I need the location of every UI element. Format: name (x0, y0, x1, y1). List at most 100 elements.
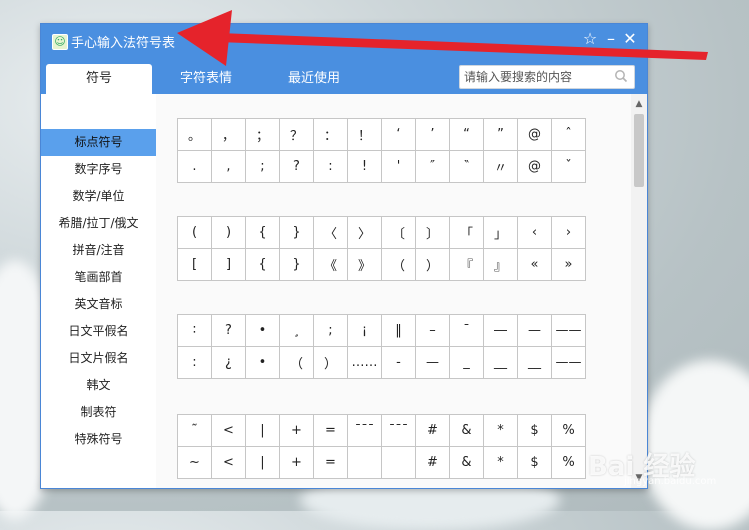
symbol-cell[interactable]: * (483, 414, 518, 447)
symbol-cell[interactable]: } (279, 248, 314, 281)
symbol-cell[interactable]: —— (551, 346, 586, 379)
symbol-cell[interactable]: # (415, 446, 450, 479)
symbol-cell[interactable]: ” (483, 118, 518, 151)
symbol-cell[interactable]: 「 (449, 216, 484, 249)
symbol-cell[interactable]: （ (381, 248, 416, 281)
symbol-cell[interactable]: + (279, 414, 314, 447)
scroll-up-icon[interactable]: ▲ (631, 96, 647, 112)
symbol-cell[interactable]: } (279, 216, 314, 249)
pin-icon[interactable]: ☆ (581, 29, 599, 48)
tab-symbols[interactable]: 符号 (46, 64, 152, 94)
symbol-cell[interactable] (381, 446, 416, 479)
minimize-button[interactable]: – (602, 29, 620, 48)
symbol-cell[interactable]: __ (483, 346, 518, 379)
symbol-cell[interactable]: : (313, 150, 348, 183)
symbol-cell[interactable]: ¯ˉ¯ (381, 414, 416, 447)
symbol-cell[interactable]: ˇ (551, 150, 586, 183)
symbol-cell[interactable]: @ (517, 150, 552, 183)
symbol-cell[interactable]: [ (177, 248, 212, 281)
symbol-cell[interactable]: ( (177, 216, 212, 249)
symbol-cell[interactable]: ‶ (449, 150, 484, 183)
search-input[interactable] (460, 67, 613, 87)
symbol-cell[interactable]: — (415, 346, 450, 379)
symbol-cell[interactable]: » (551, 248, 586, 281)
symbol-cell[interactable]: • (245, 314, 280, 347)
symbol-cell[interactable]: ˆ (551, 118, 586, 151)
symbol-cell[interactable]: • (245, 346, 280, 379)
symbol-cell[interactable]: < (211, 446, 246, 479)
symbol-cell[interactable]: ¯¯¯ (347, 414, 382, 447)
symbol-cell[interactable]: ; (245, 150, 280, 183)
symbol-cell[interactable]: ） (313, 346, 348, 379)
category-katakana[interactable]: 日文片假名 (41, 345, 156, 372)
symbol-cell[interactable]: 〈 (313, 216, 348, 249)
symbol-cell[interactable]: 」 (483, 216, 518, 249)
symbol-cell[interactable]: + (279, 446, 314, 479)
symbol-cell[interactable]: ? (279, 150, 314, 183)
vertical-scrollbar[interactable]: ▲ ▼ (631, 94, 647, 488)
symbol-cell[interactable]: ： (313, 118, 348, 151)
symbol-cell[interactable]: ; (313, 314, 348, 347)
symbol-cell[interactable]: ‹ (517, 216, 552, 249)
symbol-cell[interactable]: % (551, 446, 586, 479)
symbol-cell[interactable]: | (245, 414, 280, 447)
symbol-cell[interactable]: @ (517, 118, 552, 151)
category-korean[interactable]: 韩文 (41, 372, 156, 399)
symbol-cell[interactable]: 〃 (483, 150, 518, 183)
symbol-cell[interactable]: _ (449, 346, 484, 379)
symbol-cell[interactable]: * (483, 446, 518, 479)
symbol-cell[interactable]: : (177, 346, 212, 379)
symbol-cell[interactable]: ’ (415, 118, 450, 151)
category-strokes-radicals[interactable]: 笔画部首 (41, 264, 156, 291)
category-pinyin-zhuyin[interactable]: 拼音/注音 (41, 237, 156, 264)
symbol-cell[interactable]: 》 (347, 248, 382, 281)
symbol-cell[interactable]: — (517, 314, 552, 347)
symbol-cell[interactable]: < (211, 414, 246, 447)
symbol-cell[interactable]: « (517, 248, 552, 281)
symbol-cell[interactable]: ； (245, 118, 280, 151)
symbol-cell[interactable]: ¸ (279, 314, 314, 347)
symbol-cell[interactable]: › (551, 216, 586, 249)
symbol-cell[interactable]: ¿ (211, 346, 246, 379)
category-box-drawing[interactable]: 制表符 (41, 399, 156, 426)
close-button[interactable]: ✕ (621, 29, 639, 48)
symbol-cell[interactable]: { (245, 248, 280, 281)
symbol-cell[interactable]: # (415, 414, 450, 447)
symbol-cell[interactable]: $ (517, 414, 552, 447)
symbol-cell[interactable]: ] (211, 248, 246, 281)
category-hiragana[interactable]: 日文平假名 (41, 318, 156, 345)
symbol-cell[interactable]: 』 (483, 248, 518, 281)
symbol-cell[interactable]: ！ (347, 118, 382, 151)
symbol-cell[interactable]: ？ (279, 118, 314, 151)
symbol-cell[interactable]: ) (211, 216, 246, 249)
symbol-cell[interactable]: 〉 (347, 216, 382, 249)
symbol-cell[interactable]: 〕 (415, 216, 450, 249)
tab-emoticons[interactable]: 字符表情 (165, 64, 247, 94)
symbol-cell[interactable]: ~ (177, 446, 212, 479)
category-math-units[interactable]: 数学/单位 (41, 183, 156, 210)
symbol-cell[interactable]: ） (415, 248, 450, 281)
symbol-cell[interactable]: 。 (177, 118, 212, 151)
category-special-symbols[interactable]: 特殊符号 (41, 426, 156, 453)
symbol-cell[interactable]: ? (211, 314, 246, 347)
symbol-cell[interactable]: ， (211, 118, 246, 151)
symbol-cell[interactable]: ‖ (381, 314, 416, 347)
title-bar[interactable]: ☺ 手心输入法符号表 ☆ – ✕ (41, 24, 647, 60)
symbol-cell[interactable]: ‘ (381, 118, 416, 151)
symbol-cell[interactable]: 《 (313, 248, 348, 281)
symbol-cell[interactable]: ″ (415, 150, 450, 183)
category-english-phonetics[interactable]: 英文音标 (41, 291, 156, 318)
symbol-cell[interactable]: ˜ (177, 414, 212, 447)
symbol-cell[interactable]: ' (381, 150, 416, 183)
symbol-cell[interactable]: __ (517, 346, 552, 379)
symbol-cell[interactable]: ¡ (347, 314, 382, 347)
symbol-cell[interactable]: —— (551, 314, 586, 347)
symbol-cell[interactable]: …… (347, 346, 382, 379)
category-punctuation[interactable]: 标点符号 (41, 129, 156, 156)
symbol-cell[interactable]: % (551, 414, 586, 447)
symbol-cell[interactable]: （ (279, 346, 314, 379)
scrollbar-thumb[interactable] (634, 114, 644, 187)
symbol-cell[interactable]: & (449, 446, 484, 479)
symbol-cell[interactable]: 〔 (381, 216, 416, 249)
symbol-cell[interactable]: = (313, 414, 348, 447)
